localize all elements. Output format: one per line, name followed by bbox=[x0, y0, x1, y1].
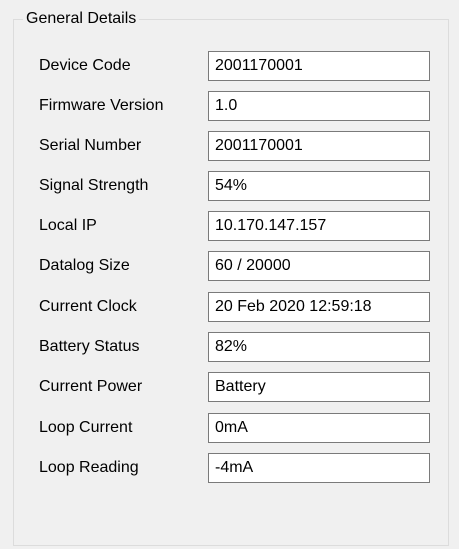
current-power-label: Current Power bbox=[39, 378, 143, 395]
local-ip-field[interactable]: 10.170.147.157 bbox=[208, 211, 430, 241]
datalog-size-field[interactable]: 60 / 20000 bbox=[208, 251, 430, 281]
signal-strength-field[interactable]: 54% bbox=[208, 171, 430, 201]
battery-status-label: Battery Status bbox=[39, 338, 140, 355]
firmware-version-label: Firmware Version bbox=[39, 97, 164, 114]
current-clock-field[interactable]: 20 Feb 2020 12:59:18 bbox=[208, 292, 430, 322]
datalog-size-label: Datalog Size bbox=[39, 257, 130, 274]
serial-number-field[interactable]: 2001170001 bbox=[208, 131, 430, 161]
local-ip-label: Local IP bbox=[39, 217, 97, 234]
device-code-label: Device Code bbox=[39, 57, 131, 74]
firmware-version-field[interactable]: 1.0 bbox=[208, 91, 430, 121]
serial-number-label: Serial Number bbox=[39, 137, 142, 154]
device-code-field[interactable]: 2001170001 bbox=[208, 51, 430, 81]
loop-current-field[interactable]: 0mA bbox=[208, 413, 430, 443]
loop-reading-label: Loop Reading bbox=[39, 459, 139, 476]
loop-reading-field[interactable]: -4mA bbox=[208, 453, 430, 483]
loop-current-label: Loop Current bbox=[39, 419, 133, 436]
battery-status-field[interactable]: 82% bbox=[208, 332, 430, 362]
general-details-title: General Details bbox=[23, 8, 140, 30]
current-power-field[interactable]: Battery bbox=[208, 372, 430, 402]
current-clock-label: Current Clock bbox=[39, 298, 137, 315]
signal-strength-label: Signal Strength bbox=[39, 177, 149, 194]
